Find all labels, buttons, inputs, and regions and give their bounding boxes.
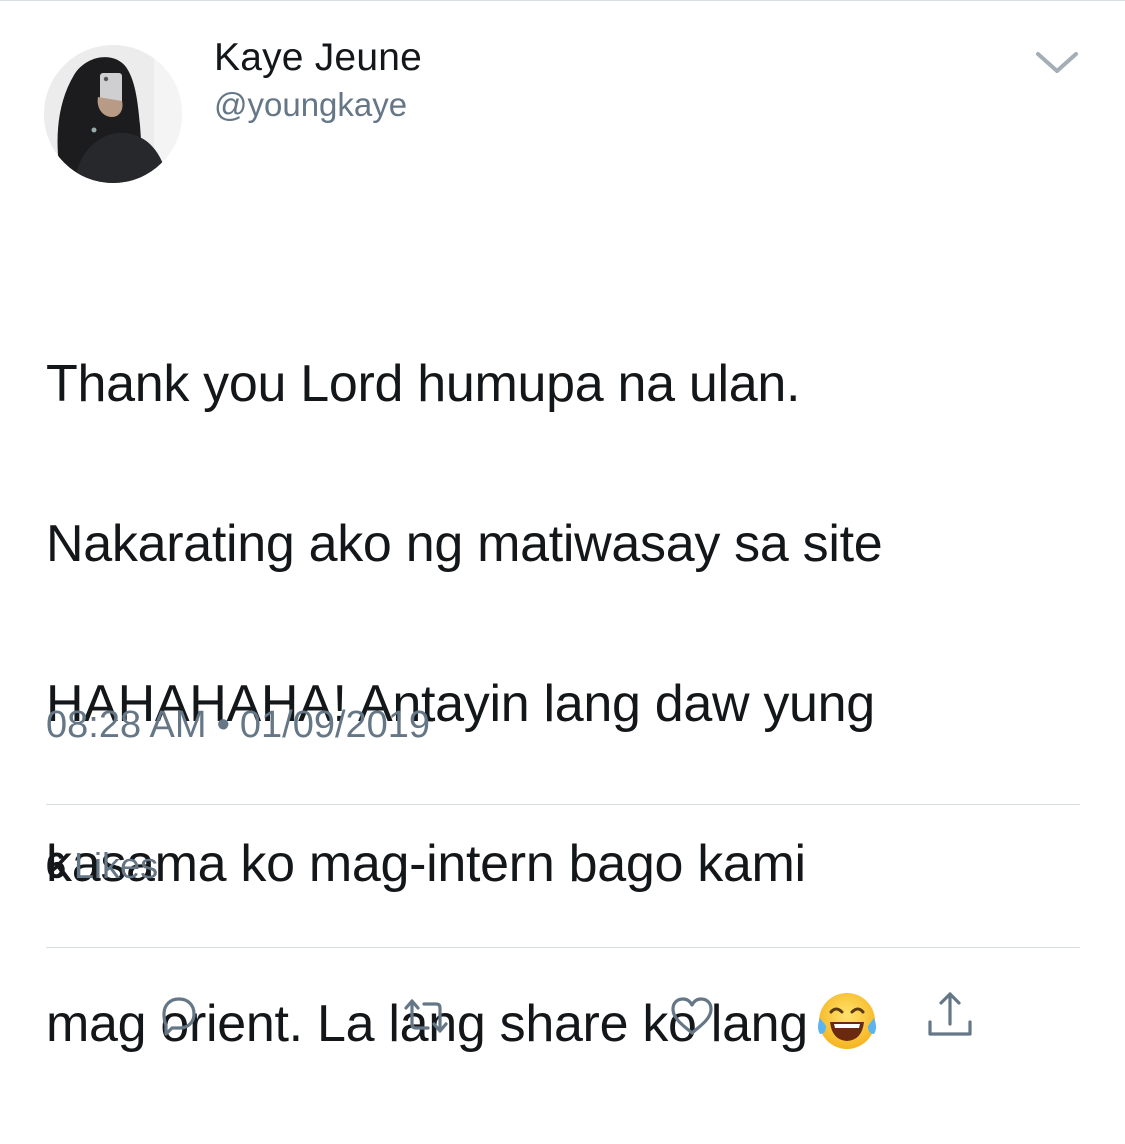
likes-label: Likes (74, 845, 159, 886)
tweet-line: Nakarating ako ng matiwasay sa site (46, 515, 883, 573)
reply-icon[interactable] (150, 988, 206, 1044)
tweet-timestamp: 08:28 AM • 01/09/2019 (46, 704, 430, 747)
user-handle[interactable]: @youngkaye (214, 86, 407, 124)
divider (46, 947, 1080, 948)
display-name[interactable]: Kaye Jeune (214, 36, 422, 80)
divider (46, 804, 1080, 805)
top-divider (0, 0, 1125, 1)
tweet-line: Thank you Lord humupa na ulan. (46, 355, 801, 413)
face-with-tears-of-joy-icon (814, 988, 880, 1054)
chevron-down-icon[interactable] (1030, 42, 1084, 82)
share-icon[interactable] (922, 988, 978, 1044)
tweet-line: kasama ko mag-intern bago kami (46, 835, 806, 893)
retweet-icon[interactable] (398, 988, 454, 1044)
likes-stat[interactable]: 6 Likes (46, 845, 158, 887)
separator-dot: • (216, 704, 230, 746)
avatar[interactable] (44, 45, 182, 183)
tweet-date: 01/09/2019 (239, 704, 431, 746)
heart-icon[interactable] (664, 988, 720, 1044)
tweet-time: 08:28 AM (46, 704, 207, 746)
likes-count: 6 (46, 845, 67, 886)
avatar-image (44, 45, 182, 183)
